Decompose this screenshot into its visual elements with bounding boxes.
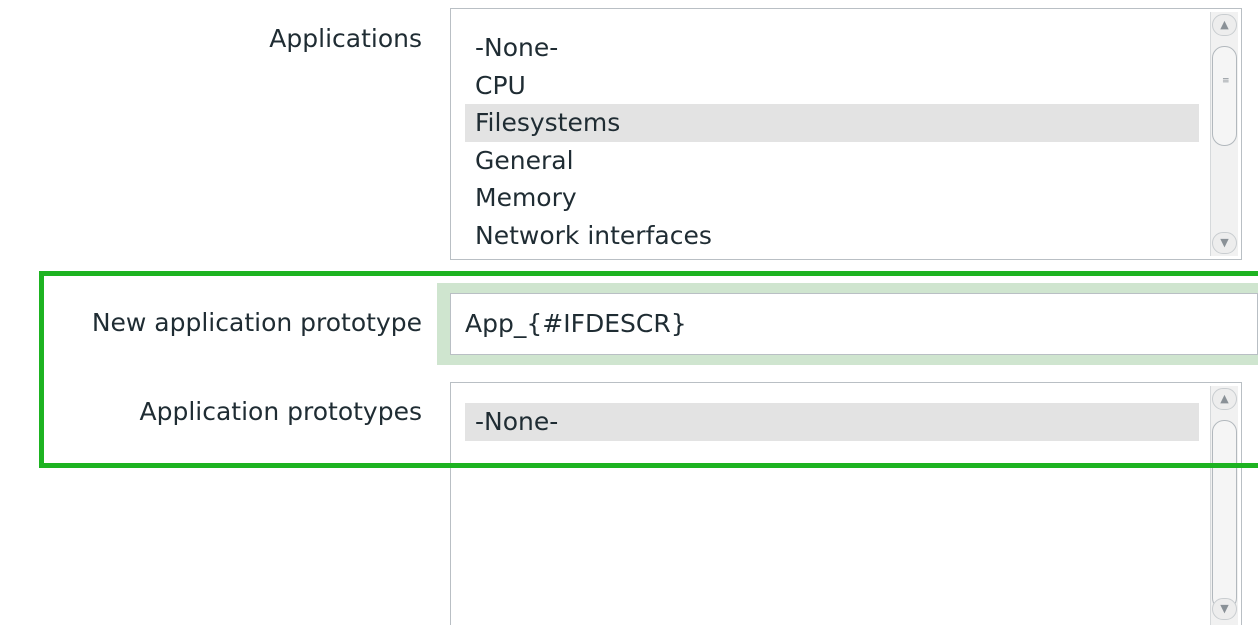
applications-option-none[interactable]: -None- — [465, 29, 1199, 67]
new-application-prototype-input[interactable]: App_{#IFDESCR} — [450, 293, 1258, 355]
chevron-down-icon[interactable]: ▼ — [1212, 232, 1237, 254]
application-prototypes-listbox[interactable]: -None- ▲ ▼ — [450, 382, 1242, 625]
applications-scrollbar[interactable]: ▲ ≡ ▼ — [1210, 12, 1238, 256]
applications-option-general[interactable]: General — [465, 142, 1199, 180]
application-prototypes-option-none[interactable]: -None- — [465, 403, 1199, 441]
chevron-up-icon[interactable]: ▲ — [1212, 14, 1237, 36]
new-application-prototype-label: New application prototype — [91, 308, 422, 337]
chevron-up-icon[interactable]: ▲ — [1212, 388, 1237, 410]
application-prototypes-scrollbar[interactable]: ▲ ▼ — [1210, 386, 1238, 625]
chevron-down-icon[interactable]: ▼ — [1212, 598, 1237, 620]
grip-icon: ≡ — [1222, 76, 1230, 86]
applications-option-network-interfaces[interactable]: Network interfaces — [465, 217, 1199, 255]
application-prototypes-scroll-thumb[interactable] — [1212, 420, 1237, 610]
application-prototypes-options: -None- — [465, 403, 1199, 441]
item-prototype-form: Applications -None- CPU Filesystems Gene… — [0, 0, 1258, 625]
application-prototypes-label: Application prototypes — [139, 397, 423, 426]
applications-label: Applications — [269, 24, 422, 53]
applications-scroll-thumb[interactable]: ≡ — [1212, 46, 1237, 146]
new-application-prototype-focus-glow: App_{#IFDESCR} — [437, 283, 1258, 365]
applications-option-filesystems[interactable]: Filesystems — [465, 104, 1199, 142]
applications-option-cpu[interactable]: CPU — [465, 67, 1199, 105]
applications-listbox[interactable]: -None- CPU Filesystems General Memory Ne… — [450, 8, 1242, 260]
applications-option-os[interactable]: OS — [465, 254, 1199, 259]
applications-option-memory[interactable]: Memory — [465, 179, 1199, 217]
applications-options: -None- CPU Filesystems General Memory Ne… — [465, 29, 1199, 259]
